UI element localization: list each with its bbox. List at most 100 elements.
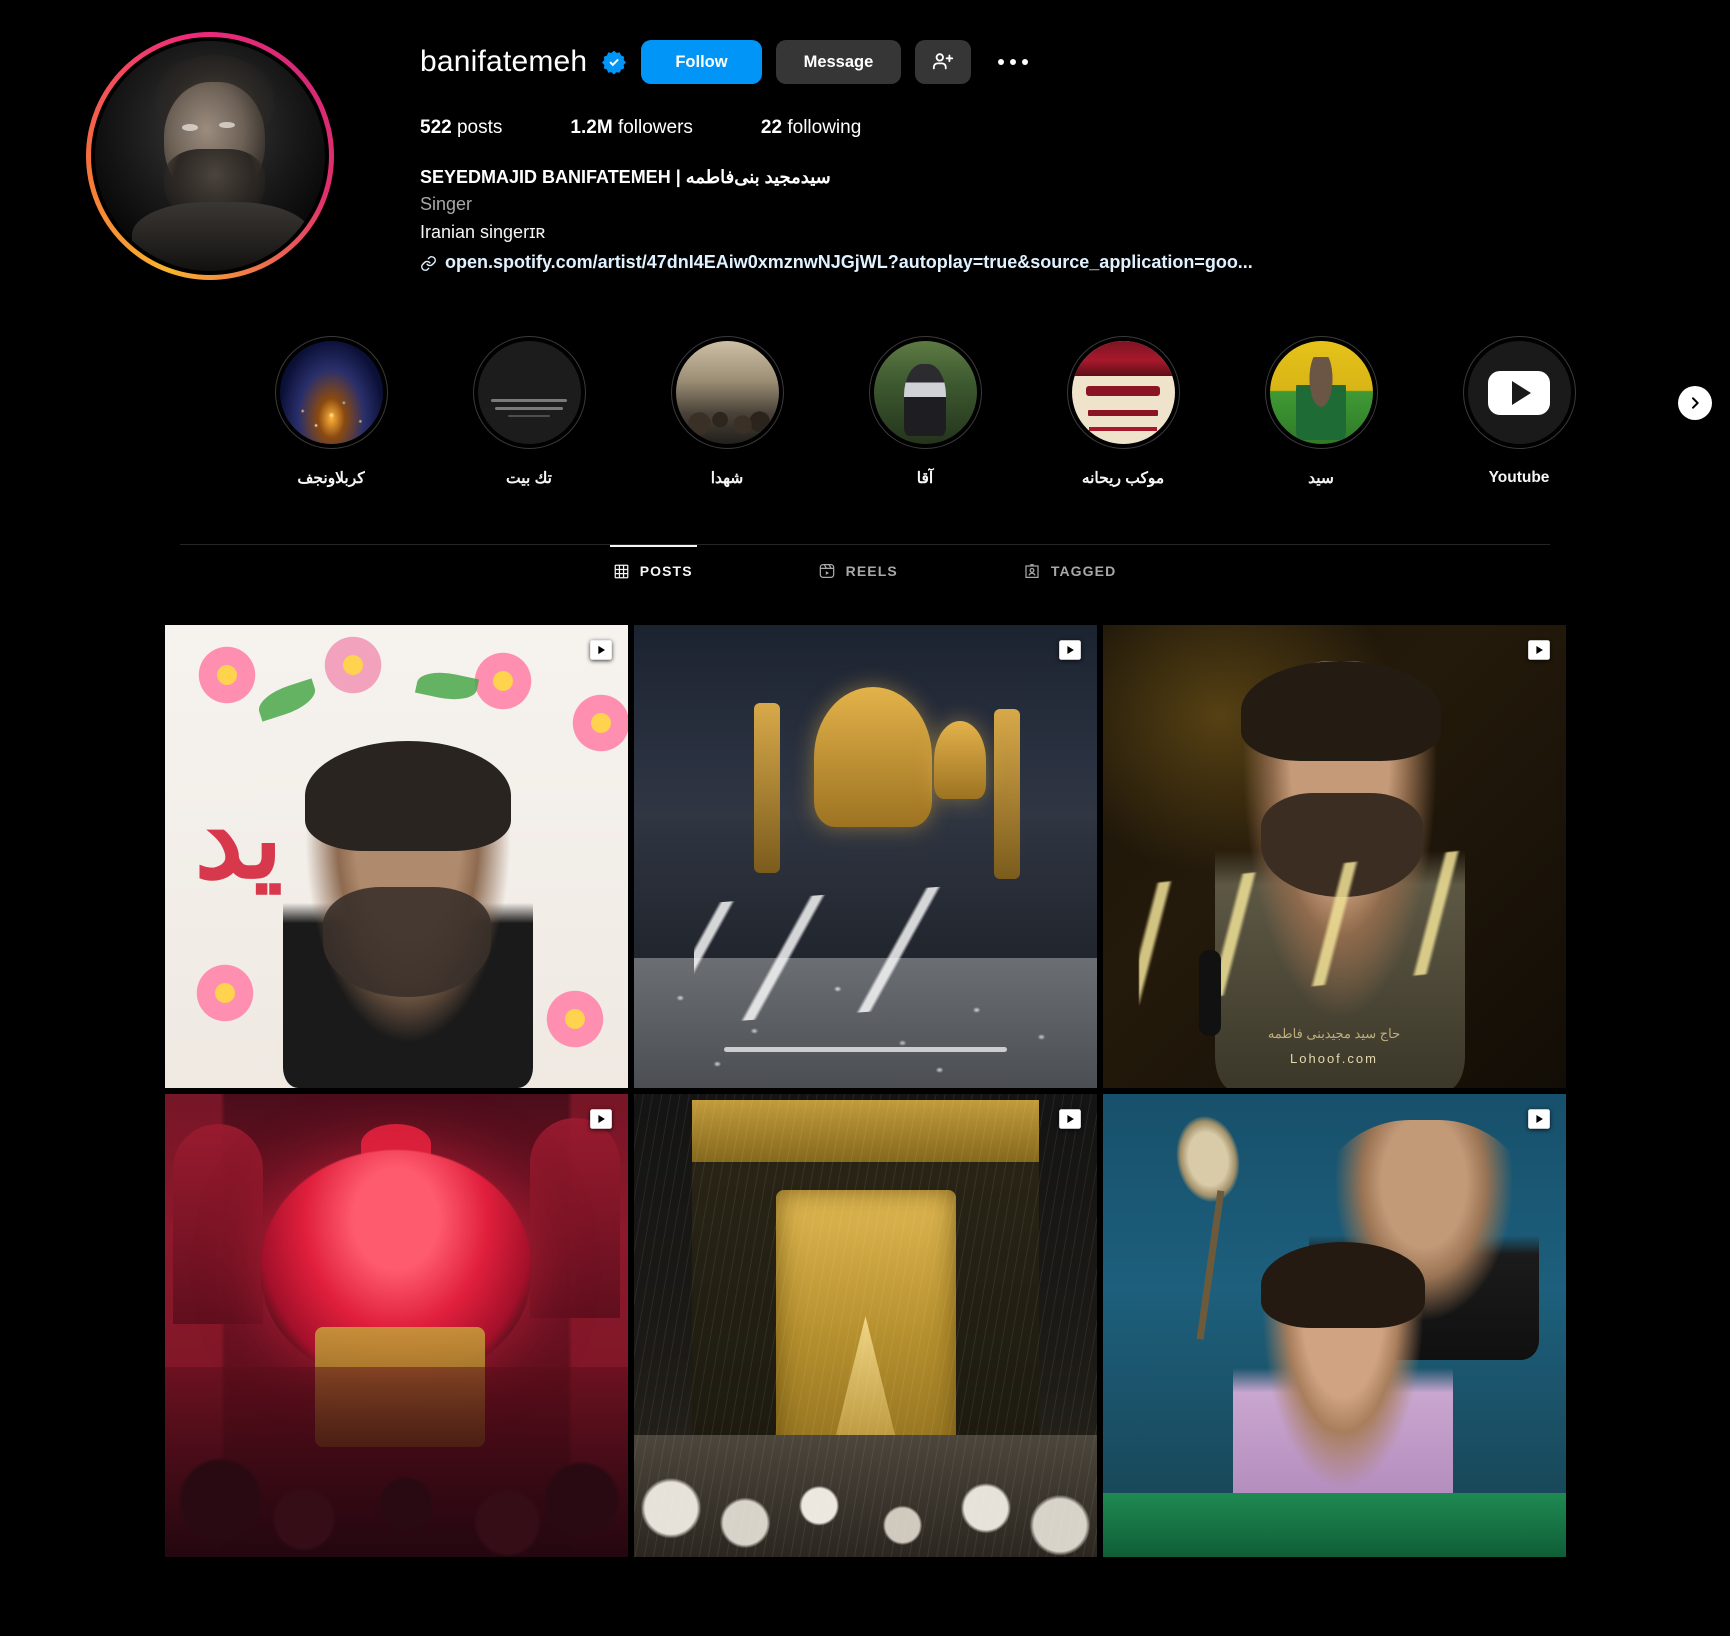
- bio-external-link[interactable]: open.spotify.com/artist/47dnI4EAiw0xmznw…: [420, 250, 1690, 274]
- avatar-art-body: [131, 202, 312, 271]
- avatar[interactable]: [95, 41, 325, 271]
- post-art-dome: [813, 687, 932, 827]
- tab-tagged[interactable]: TAGGED: [1020, 545, 1120, 597]
- chevron-right-icon[interactable]: [1678, 386, 1712, 420]
- stat-posts[interactable]: 522 posts: [420, 117, 502, 139]
- avatar-column: [0, 22, 420, 280]
- profile-stats: 522 posts 1.2M followers 22 following: [420, 117, 1690, 139]
- highlight-ring: [472, 336, 586, 449]
- tab-posts[interactable]: POSTS: [609, 545, 697, 597]
- stat-followers-label: followers: [617, 117, 693, 138]
- highlight-thumbnail: [1071, 341, 1175, 444]
- highlight-label: کربلاونجف: [297, 470, 365, 487]
- post-caption-line-1: حاج سید مجیدبنی فاطمه: [1267, 1026, 1401, 1041]
- highlight-thumbnail: [477, 341, 581, 444]
- post-art-watermark: [723, 1047, 1007, 1052]
- tab-posts-label: POSTS: [639, 563, 693, 579]
- post-art-crowd: [164, 1367, 628, 1557]
- post-cell-3[interactable]: [164, 1094, 628, 1557]
- reels-icon: [819, 563, 835, 579]
- grid-icon: [614, 564, 629, 579]
- highlight-item-6[interactable]: Youtube: [1420, 336, 1618, 488]
- post-art-feathered-standard: [1169, 1111, 1246, 1207]
- more-options-icon[interactable]: [989, 40, 1037, 84]
- highlight-thumbnail: [1467, 341, 1571, 444]
- post-art-calligraphy: ید: [194, 778, 283, 901]
- tab-reels-label: REELS: [845, 563, 898, 579]
- reel-clip-icon: [1526, 637, 1552, 663]
- bio-description: Iranian singerɪʀ: [420, 221, 546, 242]
- post-art-dome-small: [933, 721, 986, 799]
- post-art-arch-right: [529, 1118, 620, 1318]
- highlight-item-4[interactable]: موکب ریحانه: [1024, 336, 1222, 488]
- tab-reels[interactable]: REELS: [815, 545, 902, 597]
- highlight-ring: [1462, 336, 1576, 449]
- post-art-rain: [633, 1094, 1097, 1557]
- post-art-microphone: [1198, 950, 1221, 1036]
- highlight-ring: [670, 336, 784, 449]
- avatar-inner: [91, 37, 329, 275]
- highlight-label: شهدا: [710, 470, 744, 487]
- highlight-label: Youtube: [1488, 469, 1550, 486]
- profile-tabs: POSTS REELS TAGGED: [180, 545, 1550, 617]
- verified-badge-icon: [601, 49, 627, 75]
- reel-clip-icon: [1057, 637, 1083, 663]
- post-art-hair: [304, 741, 511, 851]
- story-highlights: کربلاونجف تك بيت شهدا آقا موکب ریحانه سی…: [232, 280, 1730, 488]
- post-caption-line-2: Lohoof.com: [1290, 1051, 1378, 1066]
- highlight-ring: [1264, 336, 1378, 449]
- highlight-label: سید: [1308, 470, 1334, 487]
- highlight-ring: [868, 336, 982, 449]
- reel-clip-icon: [588, 1106, 614, 1132]
- profile-username: banifatemeh: [420, 45, 588, 78]
- post-art-arch-left: [172, 1124, 263, 1324]
- post-art-boy-hair: [1260, 1242, 1425, 1328]
- follow-button[interactable]: Follow: [641, 40, 762, 84]
- post-cell-1[interactable]: [633, 625, 1097, 1088]
- message-button[interactable]: Message: [775, 40, 902, 84]
- stat-following-value: 22: [760, 117, 783, 138]
- post-cell-0[interactable]: ید: [164, 625, 628, 1088]
- post-cell-5[interactable]: [1102, 1094, 1566, 1557]
- tab-tagged-label: TAGGED: [1050, 563, 1117, 579]
- post-cell-2[interactable]: حاج سید مجیدبنی فاطمه Lohoof.com: [1102, 625, 1566, 1088]
- link-chain-icon: [420, 254, 437, 272]
- highlight-thumbnail: [1269, 341, 1373, 444]
- instagram-profile-page: banifatemeh Follow Message 522 posts 1.2…: [0, 0, 1730, 1636]
- post-art-minaret-right: [993, 709, 1020, 879]
- profile-header: banifatemeh Follow Message 522 posts 1.2…: [0, 0, 1730, 280]
- highlight-item-1[interactable]: تك بيت: [430, 336, 628, 488]
- profile-tabs-container: POSTS REELS TAGGED: [180, 544, 1550, 617]
- avatar-art-eye-left: [182, 123, 199, 131]
- highlight-label: موکب ریحانه: [1081, 470, 1165, 487]
- highlight-label: آقا: [916, 470, 934, 487]
- bio-category: Singer: [420, 194, 473, 215]
- highlight-thumbnail: [675, 341, 779, 444]
- youtube-play-icon: [1488, 370, 1550, 415]
- avatar-story-ring[interactable]: [86, 32, 334, 280]
- post-art-hair: [1240, 661, 1441, 761]
- stat-following[interactable]: 22 following: [761, 117, 861, 139]
- stat-following-label: following: [787, 117, 862, 138]
- profile-bio: SEYEDMAJID BANIFATEMEH | سیدمجید بنی‌فاط…: [420, 165, 1690, 275]
- post-cell-4[interactable]: [633, 1094, 1097, 1557]
- highlight-item-5[interactable]: سید: [1222, 336, 1420, 488]
- highlight-label: تك بيت: [506, 470, 552, 487]
- highlight-item-3[interactable]: آقا: [826, 336, 1024, 488]
- reel-clip-icon: [1057, 1106, 1083, 1132]
- stat-posts-value: 522: [420, 117, 452, 138]
- highlight-item-2[interactable]: شهدا: [628, 336, 826, 488]
- stat-posts-label: posts: [456, 117, 503, 138]
- tagged-person-icon: [1024, 563, 1040, 579]
- highlight-ring: [1066, 336, 1180, 449]
- post-art-calligraphy: [693, 880, 1037, 1024]
- add-person-icon[interactable]: [915, 40, 972, 84]
- highlight-item-0[interactable]: کربلاونجف: [232, 336, 430, 488]
- reel-clip-icon: [1526, 1106, 1552, 1132]
- stat-followers[interactable]: 1.2M followers: [570, 117, 693, 139]
- highlight-thumbnail: [873, 341, 977, 444]
- profile-info-column: banifatemeh Follow Message 522 posts 1.2…: [420, 22, 1730, 280]
- post-art-standard-pole: [1196, 1190, 1224, 1340]
- reel-clip-icon: [588, 637, 614, 663]
- profile-action-row: banifatemeh Follow Message: [420, 36, 1690, 88]
